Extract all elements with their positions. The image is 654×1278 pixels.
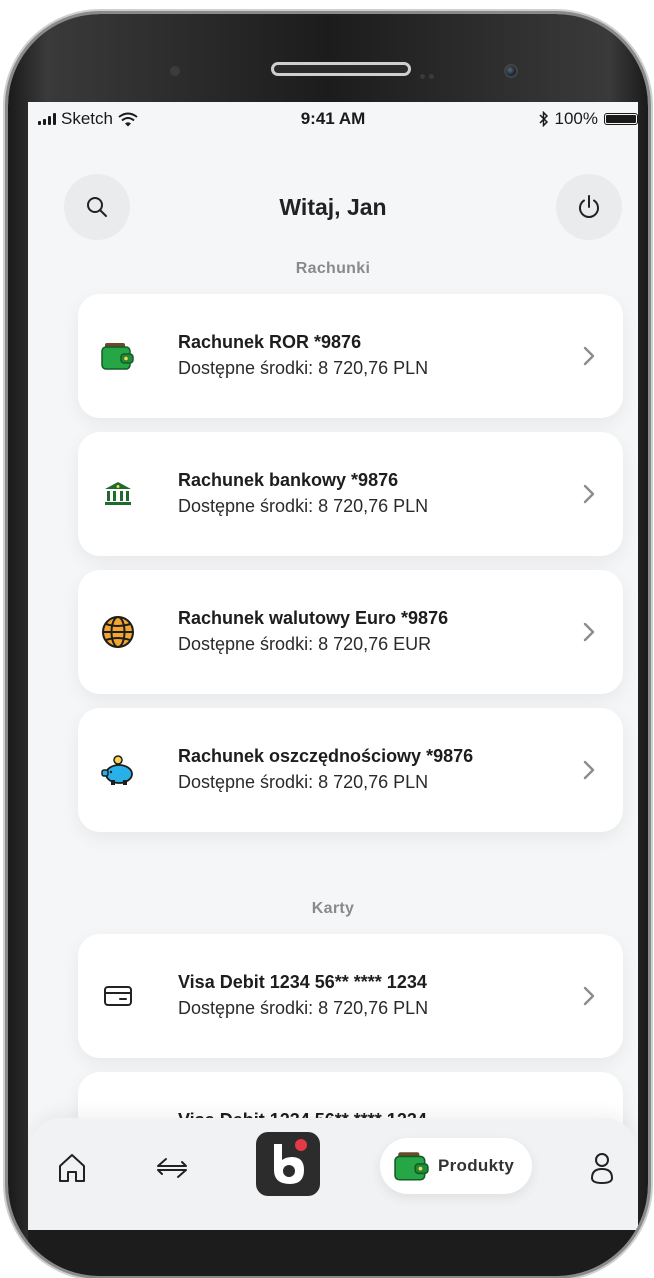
nav-transfers-button[interactable] [152, 1148, 192, 1188]
battery-percent: 100% [554, 109, 598, 128]
brand-logo-button[interactable] [256, 1132, 320, 1196]
earpiece-speaker [271, 62, 411, 76]
front-camera [504, 64, 518, 78]
account-title: Rachunek bankowy *9876 [178, 470, 399, 490]
bottom-nav: Produkty [28, 1118, 638, 1230]
bank-icon [100, 476, 136, 512]
account-title: Rachunek oszczędnościowy *9876 [178, 746, 474, 766]
phone-bottom-bezel [28, 1230, 638, 1276]
battery-icon [604, 113, 638, 125]
account-card-ror[interactable]: Rachunek ROR *9876 Dostępne środki: 8 72… [78, 294, 623, 418]
piggy-bank-icon [100, 752, 136, 788]
card-balance: Dostępne środki: 8 720,76 PLN [178, 998, 429, 1018]
account-title: Rachunek walutowy Euro *9876 [178, 608, 449, 628]
brand-logo-icon [274, 1139, 307, 1184]
phone-frame: Sketch 9:41 AM 100% Witaj, Jan Rachunki … [8, 14, 648, 1276]
chevron-right-icon [583, 484, 595, 504]
chevron-right-icon [583, 346, 595, 366]
user-icon [590, 1153, 614, 1185]
wallet-icon [100, 338, 136, 374]
home-icon [59, 1154, 85, 1182]
account-balance: Dostępne środki: 8 720,76 PLN [178, 496, 429, 516]
account-card-euro[interactable]: Rachunek walutowy Euro *9876 Dostępne śr… [78, 570, 623, 694]
credit-card-icon [100, 978, 136, 1014]
app-screen: Sketch 9:41 AM 100% Witaj, Jan Rachunki … [28, 102, 638, 1230]
account-card-bank[interactable]: Rachunek bankowy *9876 Dostępne środki: … [78, 432, 623, 556]
account-balance: Dostępne środki: 8 720,76 EUR [178, 634, 432, 654]
transfer-arrows-icon [157, 1158, 187, 1178]
header: Witaj, Jan [28, 150, 638, 240]
account-balance: Dostępne środki: 8 720,76 PLN [178, 772, 429, 792]
status-bar: Sketch 9:41 AM 100% [28, 102, 638, 136]
section-label-cards: Karty [311, 900, 355, 917]
account-title: Rachunek ROR *9876 [178, 332, 362, 352]
proximity-sensor [170, 66, 180, 76]
card-item-visa[interactable]: Visa Debit 1234 56** **** 1234 Dostępne … [78, 934, 623, 1058]
bluetooth-icon [538, 111, 548, 127]
nav-home-button[interactable] [52, 1148, 92, 1188]
nav-products-label: Produkty [438, 1156, 515, 1175]
chevron-right-icon [583, 986, 595, 1006]
page-title: Witaj, Jan [279, 194, 387, 220]
section-label-accounts: Rachunki [295, 260, 371, 277]
chevron-right-icon [583, 760, 595, 780]
power-icon [579, 195, 599, 218]
globe-icon [100, 614, 136, 650]
account-balance: Dostępne środki: 8 720,76 PLN [178, 358, 429, 378]
status-right: 100% [538, 109, 638, 129]
logout-button[interactable] [556, 174, 622, 240]
nav-profile-button[interactable] [582, 1148, 622, 1188]
account-card-savings[interactable]: Rachunek oszczędnościowy *9876 Dostępne … [78, 708, 623, 832]
nav-products-button[interactable]: Produkty [380, 1138, 532, 1194]
wallet-icon [394, 1150, 430, 1182]
chevron-right-icon [583, 622, 595, 642]
speaker-dots [420, 66, 444, 79]
card-title: Visa Debit 1234 56** **** 1234 [178, 972, 427, 992]
